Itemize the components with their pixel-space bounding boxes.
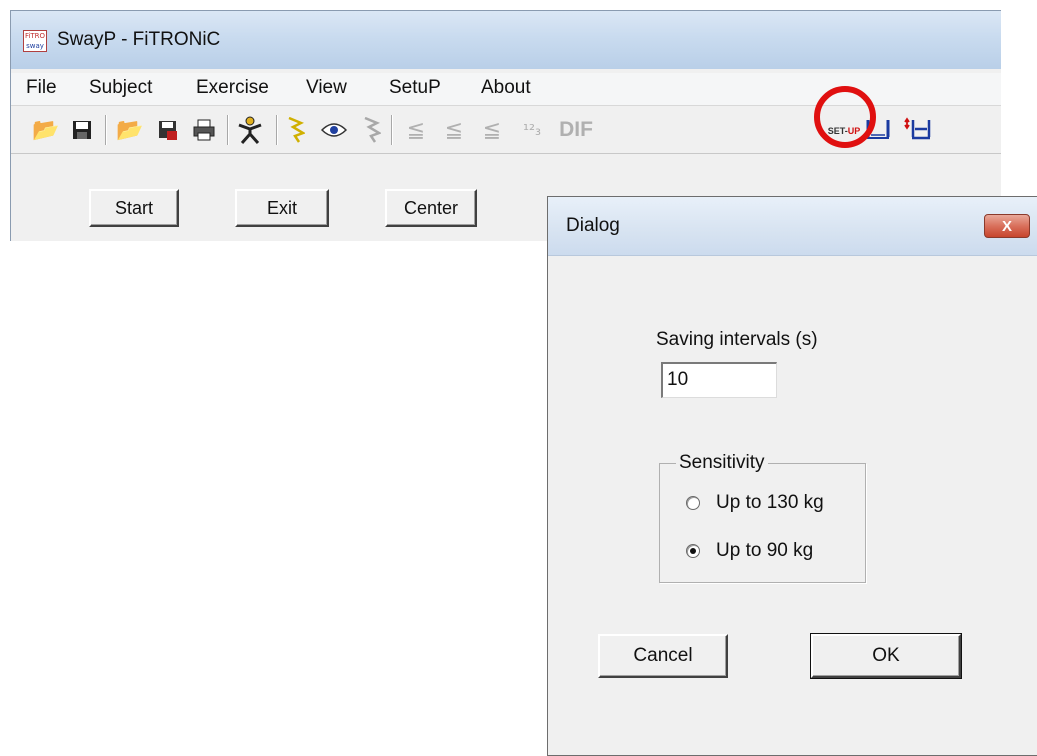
- option-130kg[interactable]: Up to 130 kg: [686, 492, 824, 514]
- open-folder-icon[interactable]: 📂: [31, 114, 61, 146]
- window-title: SwayP - FiTRONiC: [57, 29, 221, 50]
- ok-button[interactable]: OK: [810, 633, 962, 679]
- app-logo-text-top: FiTRO: [24, 32, 46, 40]
- scale-d-icon[interactable]: [903, 114, 933, 146]
- menu-view[interactable]: View: [306, 77, 347, 99]
- save-disk-icon[interactable]: [67, 114, 97, 146]
- person-icon[interactable]: [235, 114, 265, 146]
- menu-about[interactable]: About: [481, 77, 531, 99]
- diff-icon[interactable]: DIF: [555, 114, 597, 146]
- setup-highlight-circle: [814, 86, 876, 148]
- toolbar-separator: [227, 115, 229, 145]
- title-bar: FiTRO sway SwayP - FiTRONiC: [11, 11, 1001, 69]
- lightning-icon[interactable]: [281, 114, 311, 146]
- toolbar-separator: [391, 115, 393, 145]
- toolbar-separator: [276, 115, 278, 145]
- sensitivity-label: Sensitivity: [676, 452, 768, 474]
- menu-subject[interactable]: Subject: [89, 77, 152, 99]
- save-subject-icon[interactable]: [153, 114, 183, 146]
- center-button[interactable]: Center: [385, 189, 477, 227]
- eye-icon[interactable]: [319, 114, 349, 146]
- sensitivity-group: Sensitivity Up to 130 kg Up to 90 kg: [659, 452, 866, 583]
- radio-130kg[interactable]: [686, 496, 700, 510]
- option-90kg[interactable]: Up to 90 kg: [686, 540, 813, 562]
- radio-90kg[interactable]: [686, 544, 700, 558]
- measure-icon[interactable]: ≦: [401, 114, 431, 146]
- option-130kg-label: Up to 130 kg: [716, 492, 824, 513]
- lightning-disabled-icon[interactable]: [357, 114, 387, 146]
- saving-intervals-input[interactable]: 10: [661, 362, 777, 398]
- app-logo-text-bottom: sway: [26, 42, 44, 50]
- exit-button[interactable]: Exit: [235, 189, 329, 227]
- number-icon[interactable]: ¹²₃: [517, 114, 547, 146]
- menu-exercise[interactable]: Exercise: [196, 77, 269, 99]
- menu-file[interactable]: File: [26, 77, 57, 99]
- start-button[interactable]: Start: [89, 189, 179, 227]
- measure-i-icon[interactable]: ≦: [439, 114, 469, 146]
- app-logo-icon: FiTRO sway: [23, 30, 47, 52]
- dialog-title-bar: Dialog X: [548, 197, 1037, 256]
- measure-m-icon[interactable]: ≦: [477, 114, 507, 146]
- toolbar-separator: [105, 115, 107, 145]
- dialog-title: Dialog: [566, 215, 620, 236]
- open-subject-icon[interactable]: 📂: [115, 114, 145, 146]
- print-icon[interactable]: [189, 114, 219, 146]
- close-icon: X: [1001, 217, 1012, 235]
- dialog-window: Dialog X Saving intervals (s) 10 Sensiti…: [547, 196, 1037, 756]
- option-90kg-label: Up to 90 kg: [716, 540, 814, 561]
- menu-setup[interactable]: SetuP: [389, 77, 441, 99]
- saving-intervals-label: Saving intervals (s): [656, 329, 818, 350]
- close-button[interactable]: X: [984, 214, 1030, 238]
- cancel-button[interactable]: Cancel: [598, 634, 728, 678]
